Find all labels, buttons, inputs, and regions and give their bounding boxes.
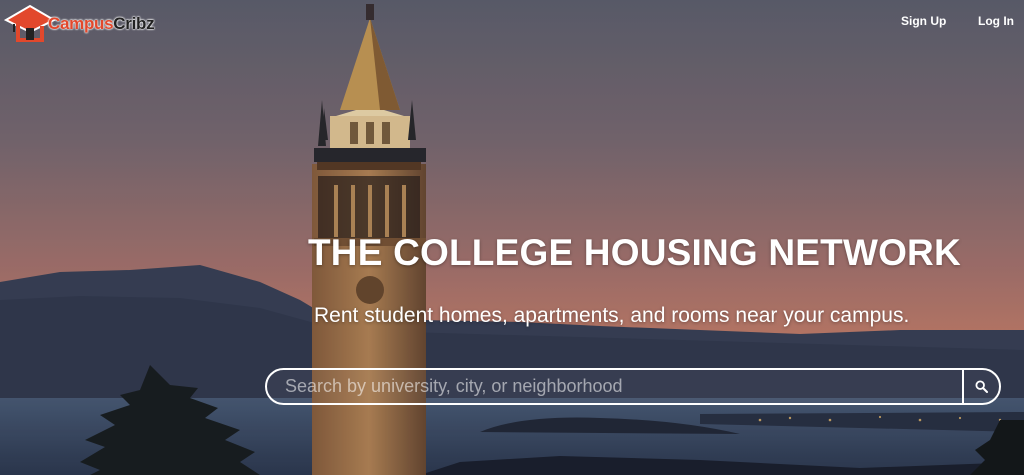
brand-name-part1: Campus (48, 14, 114, 33)
signup-link[interactable]: Sign Up (901, 14, 946, 28)
search-icon (975, 380, 988, 393)
search-input[interactable] (267, 370, 962, 403)
search-button[interactable] (962, 370, 999, 403)
hero-headline: THE COLLEGE HOUSING NETWORK (308, 232, 961, 273)
brand-logo[interactable]: CampusCribz (4, 0, 174, 46)
brand-name-part2: Cribz (113, 14, 155, 33)
hero-subline: Rent student homes, apartments, and room… (314, 304, 910, 327)
login-link[interactable]: Log In (978, 14, 1014, 28)
search-bar (265, 368, 1001, 405)
brand-name: CampusCribz (48, 14, 155, 34)
